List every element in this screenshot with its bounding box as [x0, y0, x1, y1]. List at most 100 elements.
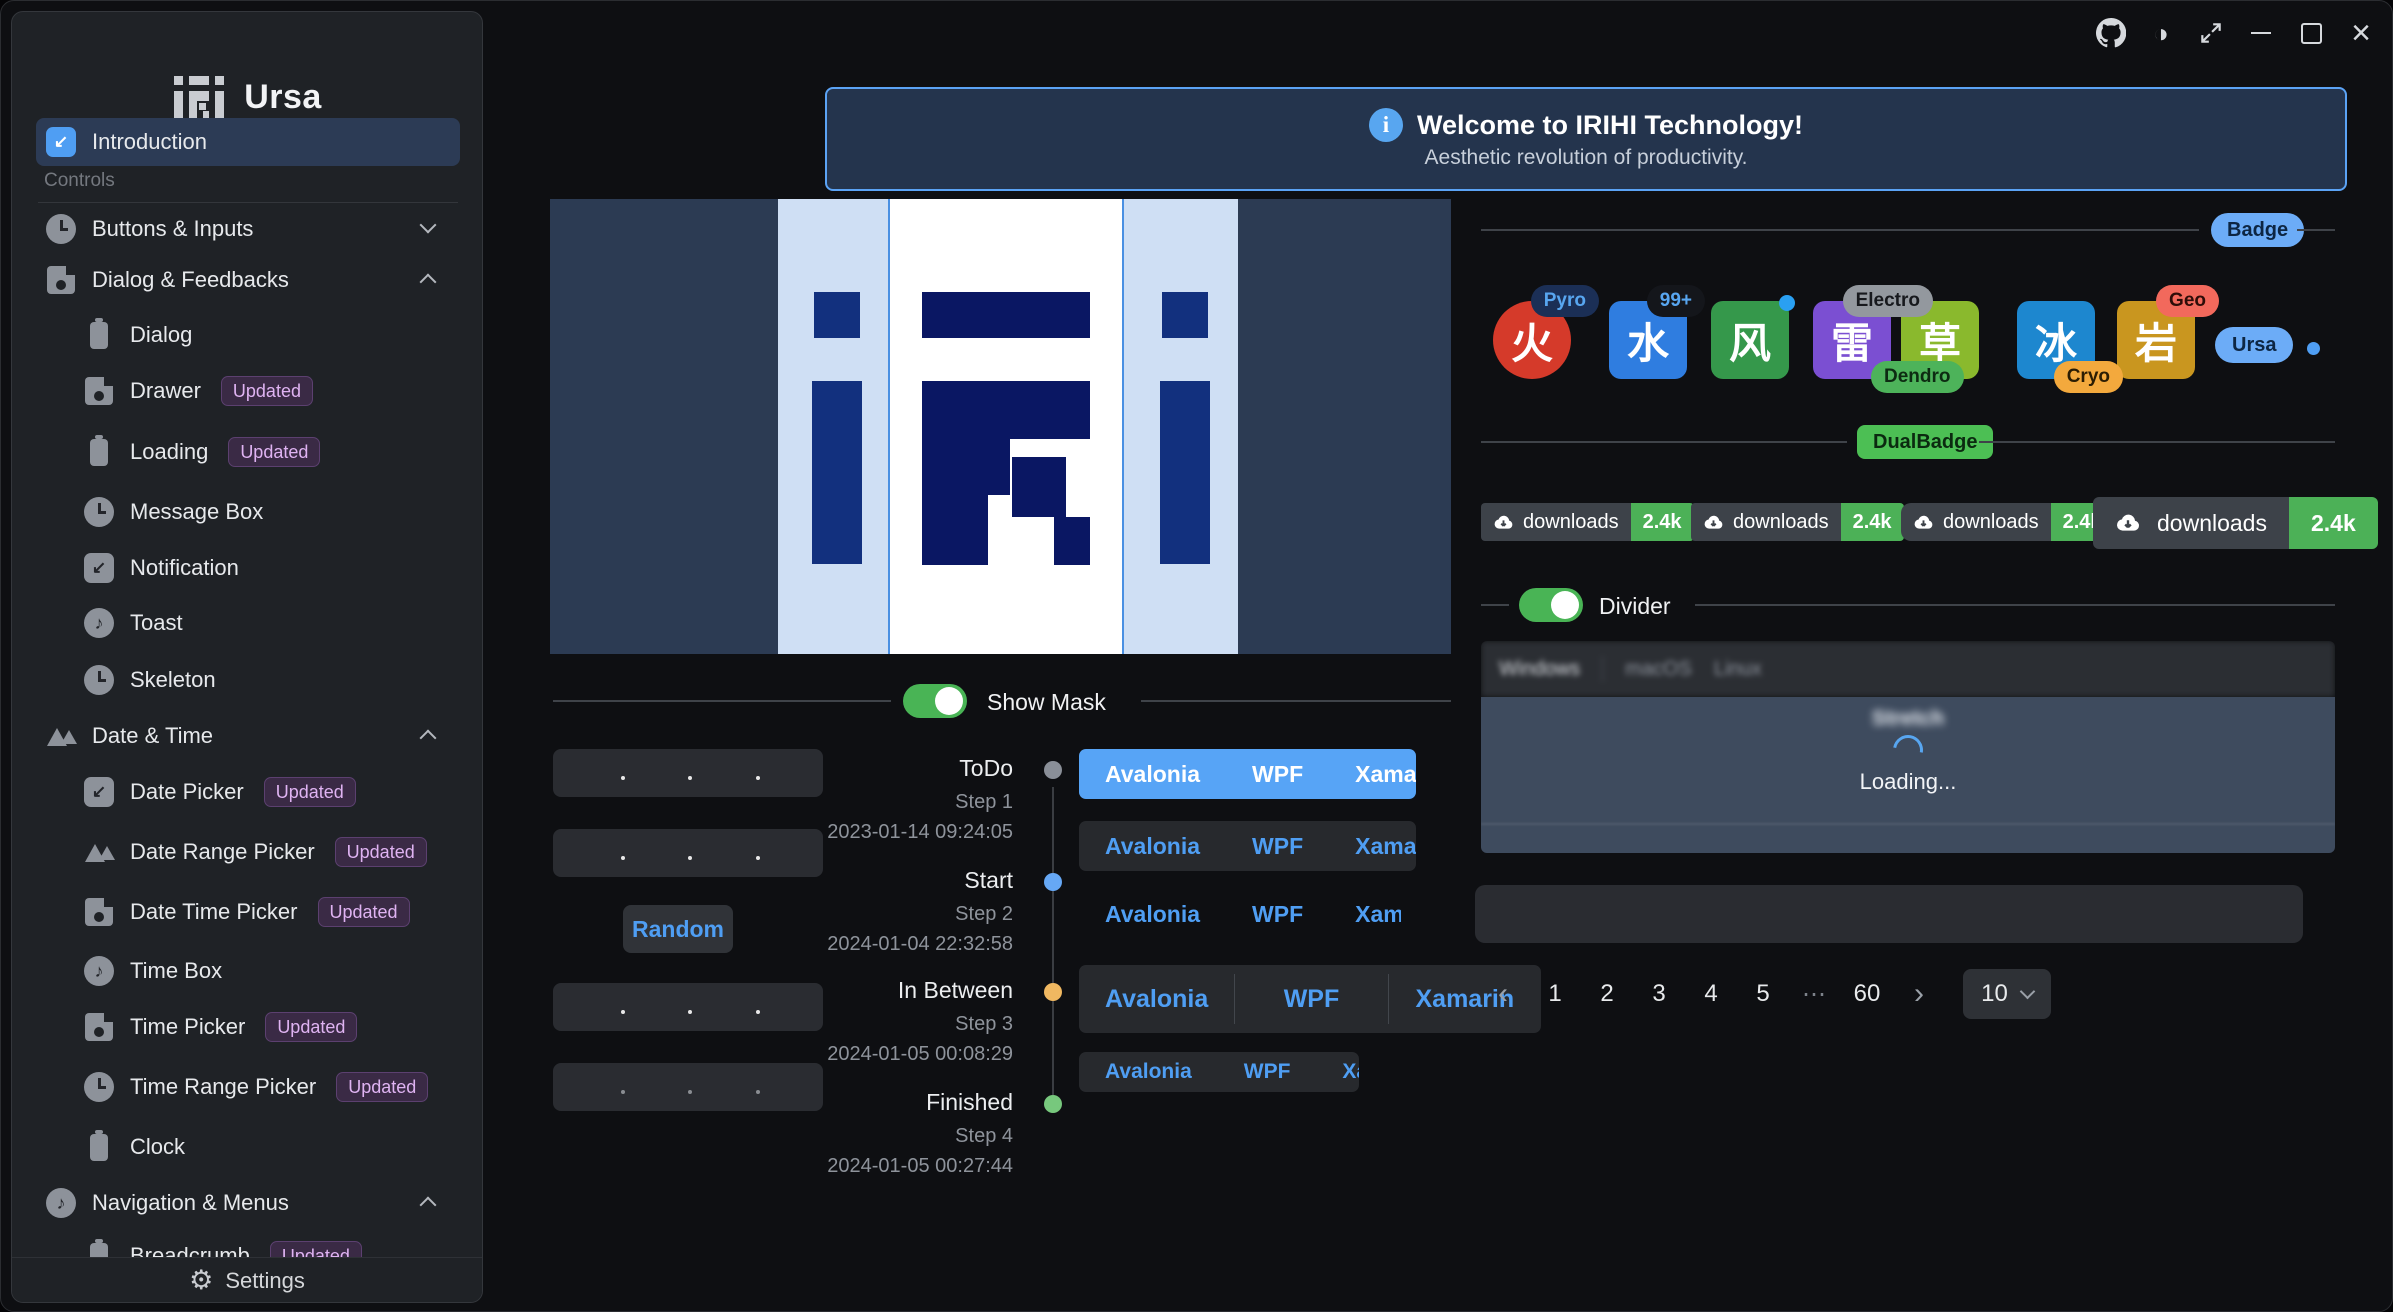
sidebar-group-navigation-menus[interactable]: Navigation & Menus [36, 1179, 460, 1227]
wpf-button[interactable]: WPF [1226, 821, 1329, 871]
sidebar-group-buttons-inputs[interactable]: Buttons & Inputs [36, 205, 460, 253]
sidebar-item-date-range-picker[interactable]: Date Range Picker Updated [36, 828, 460, 876]
step-dot [1044, 983, 1062, 1001]
badge-dendro: Dendro [1871, 361, 1964, 393]
updated-badge: Updated [318, 897, 410, 927]
updated-badge: Updated [335, 837, 427, 867]
sidebar-item-notification[interactable]: Notification [36, 544, 460, 592]
page-button-1[interactable]: 1 [1533, 970, 1577, 1018]
sidebar-item-label: Skeleton [130, 667, 216, 693]
masked-logo-image [550, 199, 1451, 654]
battery-icon [90, 439, 108, 466]
avalonia-button[interactable]: Avalonia [1079, 821, 1226, 871]
updated-badge: Updated [264, 777, 356, 807]
sidebar-item-time-box[interactable]: Time Box [36, 947, 460, 995]
fullscreen-icon[interactable] [2193, 15, 2229, 51]
battery-icon [90, 322, 108, 349]
logo-pixel [922, 381, 1090, 439]
titlebar-controls [2093, 13, 2385, 53]
page-size-select[interactable]: 10 [1963, 969, 2051, 1019]
sidebar-item-label: Date Range Picker [130, 839, 315, 865]
sidebar-item-label: Time Box [130, 958, 222, 984]
theme-toggle-icon[interactable] [2143, 15, 2179, 51]
xamarin-button[interactable]: Xamarin [1329, 821, 1416, 871]
divider-toggle[interactable] [1519, 588, 1583, 622]
wpf-button[interactable]: WPF [1226, 895, 1329, 933]
page-button-4[interactable]: 4 [1689, 970, 1733, 1018]
page-ellipsis[interactable]: ⋯ [1793, 970, 1837, 1018]
wpf-button[interactable]: WPF [1226, 749, 1329, 799]
page-button-2[interactable]: 2 [1585, 970, 1629, 1018]
sidebar-item-dialog[interactable]: Dialog [36, 311, 460, 359]
minimize-button[interactable] [2243, 15, 2279, 51]
sidebar-item-time-range-picker[interactable]: Time Range Picker Updated [36, 1063, 460, 1111]
xamarin-button[interactable]: Xamarin [1316, 1052, 1359, 1092]
trees-icon [46, 721, 76, 751]
button-group-small: Avalonia WPF Xamarin [1079, 1052, 1359, 1092]
sidebar-group-dialog-feedbacks[interactable]: Dialog & Feedbacks [36, 256, 460, 304]
close-button[interactable] [2343, 15, 2379, 51]
avalonia-button[interactable]: Avalonia [1079, 895, 1226, 933]
divider-line [2297, 229, 2335, 231]
text-input[interactable] [1475, 885, 2303, 943]
updated-badge: Updated [265, 1012, 357, 1042]
banner-subtitle: Aesthetic revolution of productivity. [1425, 146, 1748, 170]
downloads-badge-large: downloads 2.4k [2093, 497, 2378, 549]
avalonia-button[interactable]: Avalonia [1079, 965, 1234, 1033]
sidebar-item-clock[interactable]: Clock [36, 1123, 460, 1171]
badge-electro: Electro [1843, 285, 1933, 317]
sidebar-item-message-box[interactable]: Message Box [36, 488, 460, 536]
sidebar-item-loading[interactable]: Loading Updated [36, 428, 460, 476]
mask-line [888, 199, 890, 654]
settings-button[interactable]: Settings [12, 1257, 482, 1303]
sidebar-item-introduction[interactable]: Introduction [36, 118, 460, 166]
chevron-up-icon [420, 1197, 437, 1214]
page-button-5[interactable]: 5 [1741, 970, 1785, 1018]
chevron-up-icon [420, 730, 437, 747]
music-note-icon [46, 1188, 76, 1218]
badge-lone-dot [2307, 342, 2320, 355]
page-button-60[interactable]: 60 [1845, 970, 1889, 1018]
page-size-value: 10 [1981, 980, 2008, 1008]
logo-pixel [922, 292, 1090, 338]
arrow-square-icon [84, 777, 114, 807]
sidebar-item-skeleton[interactable]: Skeleton [36, 656, 460, 704]
page-next-button[interactable]: › [1897, 970, 1941, 1018]
divider-line [1979, 441, 2335, 443]
page-button-3[interactable]: 3 [1637, 970, 1681, 1018]
sidebar-item-toast[interactable]: Toast [36, 599, 460, 647]
sidebar-group-date-time[interactable]: Date & Time [36, 712, 460, 760]
logo-pixel [1054, 517, 1090, 565]
pagination: ‹ 1 2 3 4 5 ⋯ 60 › 10 [1481, 969, 2051, 1019]
tab-windows[interactable]: Windows [1499, 658, 1580, 681]
app-window: Ursa Introduction Controls Buttons & Inp… [0, 0, 2393, 1312]
github-icon[interactable] [2093, 15, 2129, 51]
wpf-button[interactable]: WPF [1218, 1052, 1317, 1092]
xamarin-button[interactable]: Xamarin [1329, 749, 1416, 799]
tab-linux[interactable]: Linux [1714, 658, 1762, 681]
sidebar-item-date-picker[interactable]: Date Picker Updated [36, 768, 460, 816]
loading-text: Loading... [1481, 769, 2335, 795]
cloud-download-icon [1493, 512, 1514, 533]
show-mask-toggle[interactable] [903, 684, 967, 718]
avalonia-button[interactable]: Avalonia [1079, 1052, 1218, 1092]
sidebar-item-time-picker[interactable]: Time Picker Updated [36, 1003, 460, 1051]
show-mask-label: Show Mask [987, 689, 1106, 716]
avalonia-button[interactable]: Avalonia [1079, 749, 1226, 799]
clock-icon [84, 497, 114, 527]
logo-pixel [922, 439, 1010, 495]
tab-macos[interactable]: macOS [1625, 658, 1692, 681]
banner-title: Welcome to IRIHI Technology! [1417, 110, 1803, 141]
cloud-download-icon [1913, 512, 1934, 533]
sidebar-item-date-time-picker[interactable]: Date Time Picker Updated [36, 888, 460, 936]
step-dot [1044, 761, 1062, 779]
xamarin-button[interactable]: Xamarin [1329, 895, 1401, 933]
divider-line [1141, 700, 1451, 702]
maximize-button[interactable] [2293, 15, 2329, 51]
avatar-pyro: 火 Pyro [1493, 301, 1571, 379]
updated-badge: Updated [221, 376, 313, 406]
page-prev-button[interactable]: ‹ [1481, 970, 1525, 1018]
downloads-count: 2.4k [1631, 503, 1694, 541]
wpf-button[interactable]: WPF [1235, 965, 1387, 1033]
sidebar-item-drawer[interactable]: Drawer Updated [36, 367, 460, 415]
